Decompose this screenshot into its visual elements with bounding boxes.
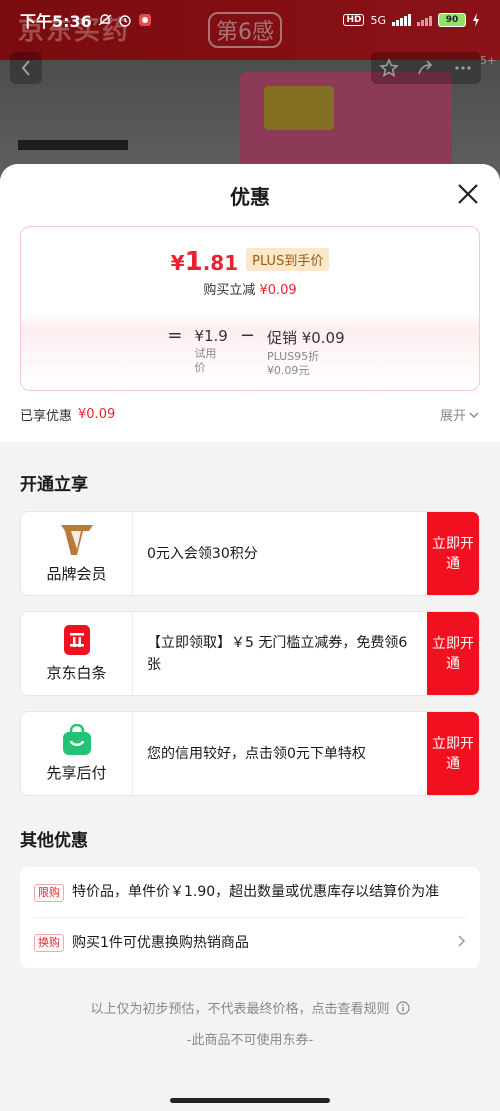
discount-sheet: 优惠 ¥1.81 PLUS到手价 购买立减 ¥0.09 = ¥1.9 试用价 − [0, 164, 500, 1111]
save-label: 购买立减 [203, 283, 256, 298]
signal-2-icon [417, 14, 432, 26]
hd-badge: HD [343, 14, 365, 26]
other-discounts: 限购 特价品，单件价￥1.90，超出数量或优惠库存以结算价为准 换购 购买1件可… [20, 867, 480, 968]
enjoyed-row: 已享优惠 ¥0.09 展开 [20, 405, 480, 424]
member-card-baitiao[interactable]: 京东白条 【立即领取】￥5 无门槛立减券，免费领6张 立即开通 [20, 611, 480, 696]
currency-symbol: ¥ [170, 251, 185, 275]
member-card-desc: 您的信用较好，点击领0元下单特权 [147, 745, 366, 762]
member-card-left: 品牌会员 [21, 512, 133, 595]
sheet-title: 优惠 [230, 184, 270, 209]
enjoyed-amount: ¥0.09 [78, 407, 116, 422]
final-price: ¥1.81 [171, 247, 238, 277]
member-card-brand[interactable]: 品牌会员 0元入会领30积分 立即开通 [20, 511, 480, 596]
price-decimal: .81 [202, 251, 239, 275]
promo-label: 促销 ¥0.09 [266, 329, 345, 347]
close-icon[interactable] [456, 182, 480, 206]
save-amount: ¥0.09 [259, 283, 297, 298]
rules-note[interactable]: 以上仅为初步预估，不代表最终价格，点击查看规则 [0, 998, 500, 1017]
expand-button[interactable]: 展开 [440, 405, 480, 424]
shopping-bag-icon [62, 724, 91, 755]
exchange-tag: 换购 [34, 934, 64, 952]
mute-bell-icon [98, 14, 112, 26]
list-item-text: 购买1件可优惠换购热销商品 [72, 935, 249, 951]
network-label: 5G [370, 13, 386, 27]
list-item-text: 特价品，单件价￥1.90，超出数量或优惠库存以结算价为准 [72, 884, 440, 900]
member-card-pay-later[interactable]: 先享后付 您的信用较好，点击领0元下单特权 立即开通 [20, 711, 480, 796]
open-now-button[interactable]: 立即开通 [427, 612, 479, 695]
other-section-title: 其他优惠 [20, 831, 88, 851]
home-indicator[interactable] [170, 1098, 330, 1103]
battery-icon: 90 [438, 13, 466, 27]
minus-sign: − [239, 325, 255, 346]
member-card-desc: 【立即领取】￥5 无门槛立减券，免费领6张 [147, 634, 408, 673]
trial-price: ¥1.9 [194, 327, 228, 345]
status-icons-right: HD 5G 90 [343, 13, 480, 27]
signal-icon [392, 14, 411, 26]
limit-tag: 限购 [34, 884, 64, 902]
info-icon [395, 1000, 410, 1015]
list-item-exchange[interactable]: 换购 购买1件可优惠换购热销商品 [34, 917, 466, 968]
chevron-down-icon [469, 412, 479, 418]
price-card: ¥1.81 PLUS到手价 购买立减 ¥0.09 = ¥1.9 试用价 − 促销… [20, 226, 480, 391]
status-icons-left [98, 13, 152, 27]
open-now-button[interactable]: 立即开通 [427, 712, 479, 795]
status-bar: 下午5:36 HD 5G 90 [0, 0, 500, 40]
member-card-name: 品牌会员 [46, 565, 107, 583]
trial-price-label: 试用价 [194, 347, 217, 374]
enjoyed-label: 已享优惠 [20, 409, 73, 424]
expand-label: 展开 [439, 409, 466, 424]
plus-price-tag: PLUS到手价 [246, 248, 330, 271]
alarm-icon [119, 15, 131, 27]
final-price-row: ¥1.81 PLUS到手价 [21, 247, 479, 277]
save-row: 购买立减 ¥0.09 [21, 279, 479, 298]
v-brand-icon [60, 525, 93, 555]
open-now-button[interactable]: 立即开通 [427, 512, 479, 595]
status-time: 下午5:36 [20, 12, 92, 31]
member-card-left: 京东白条 [21, 612, 133, 695]
price-integer: 1 [184, 247, 203, 277]
price-breakdown: = ¥1.9 试用价 − 促销 ¥0.09 PLUS95折 ¥0.09元 [21, 327, 479, 378]
member-card-desc: 0元入会领30积分 [147, 545, 258, 562]
open-section-title: 开通立享 [20, 475, 88, 495]
promo-detail-1: PLUS95折 [266, 350, 320, 363]
trial-price-col: ¥1.9 试用价 [194, 327, 227, 375]
price-summary: ¥1.81 PLUS到手价 购买立减 ¥0.09 = ¥1.9 试用价 − 促销… [0, 226, 500, 442]
baitiao-icon [63, 625, 90, 655]
member-card-name: 京东白条 [46, 664, 107, 682]
promo-detail-2: ¥0.09元 [266, 364, 310, 377]
app-notification-icon [138, 14, 151, 26]
list-item: 限购 特价品，单件价￥1.90，超出数量或优惠库存以结算价为准 [34, 867, 466, 917]
charging-icon [473, 13, 479, 27]
member-card-left: 先享后付 [21, 712, 133, 795]
coupon-note: -此商品不可使用东券- [186, 1033, 314, 1048]
chevron-right-icon [456, 932, 466, 954]
promo-col: 促销 ¥0.09 PLUS95折 ¥0.09元 [267, 327, 345, 378]
rules-note-text: 以上仅为初步预估，不代表最终价格，点击查看规则 [90, 1002, 390, 1017]
sheet-header: 优惠 [0, 164, 500, 226]
member-card-name: 先享后付 [46, 764, 107, 782]
equals-sign: = [167, 325, 183, 346]
